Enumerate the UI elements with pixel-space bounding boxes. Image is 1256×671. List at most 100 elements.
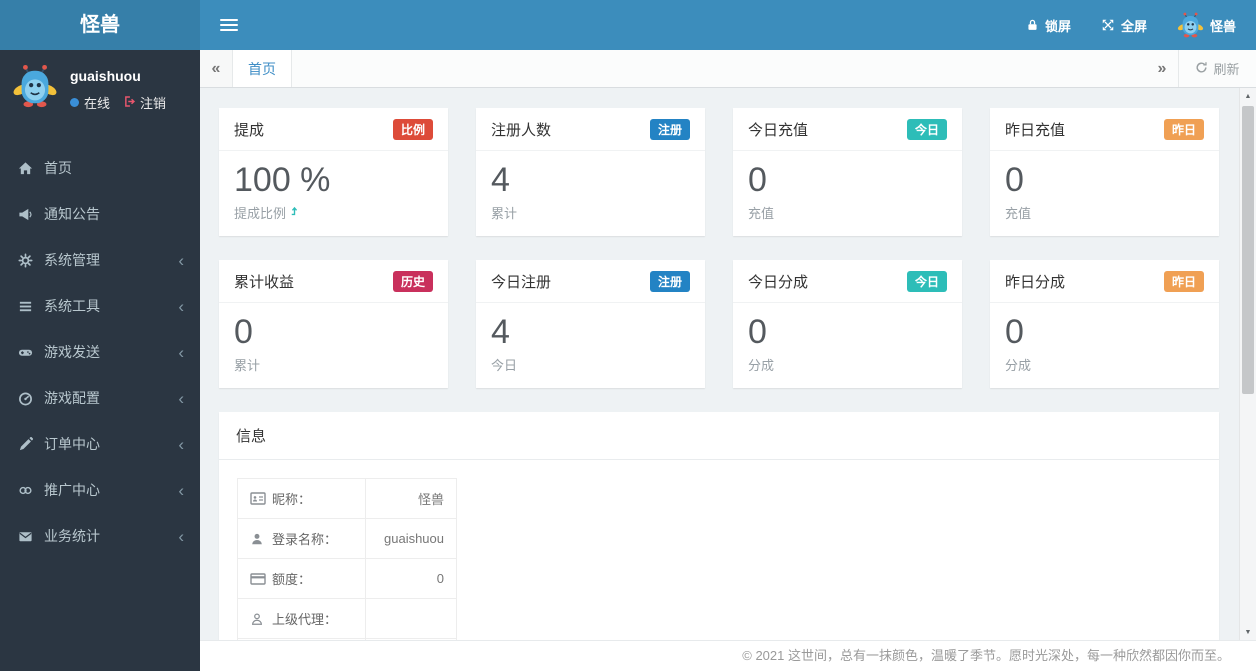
card-title: 今日充值 (748, 122, 809, 139)
info-label: 登录名称： (272, 532, 338, 547)
info-label: 上级代理： (272, 612, 338, 627)
card-value: 0 (1005, 313, 1024, 351)
admin-dashboard: 怪兽 锁屏 全屏 怪兽 guaishuou 在线 注销 首页 通知公告 系统管理… (0, 0, 1256, 671)
stat-card-registered-users: 注册人数 注册 4 累计 (476, 108, 705, 236)
sidebar-item-game-config[interactable]: 游戏配置 ‹ (0, 375, 200, 421)
dashboard-icon (16, 391, 34, 406)
status-badge: 注册 (649, 271, 690, 292)
stat-card-yesterday-share: 昨日分成 昨日 0 分成 (990, 260, 1219, 388)
credit-card-icon (250, 572, 266, 585)
fullscreen-button[interactable]: 全屏 (1101, 16, 1147, 35)
card-value: 4 (491, 313, 510, 351)
online-status-icon (70, 98, 79, 107)
status-badge: 今日 (906, 271, 947, 292)
user-menu[interactable]: 怪兽 (1177, 12, 1236, 39)
sidebar-item-notices[interactable]: 通知公告 (0, 191, 200, 237)
sidebar-item-order-center[interactable]: 订单中心 ‹ (0, 421, 200, 467)
user-avatar (1177, 12, 1204, 39)
card-title: 昨日充值 (1005, 122, 1066, 139)
tabs-scroll-right-button[interactable]: » (1146, 50, 1178, 87)
scrollbar-thumb[interactable] (1242, 106, 1254, 394)
chevron-left-icon: ‹ (178, 480, 184, 500)
vertical-scrollbar[interactable]: ▲ ▼ (1239, 88, 1256, 640)
card-value: 0 (748, 313, 767, 351)
chevron-left-icon: ‹ (178, 434, 184, 454)
main-area: « 首页 » 刷新 提成 比例 100 % 提成比例 注册人数 注册 4 累计 … (200, 50, 1256, 671)
sidebar: guaishuou 在线 注销 首页 通知公告 系统管理 ‹ 系统工具 ‹ 游戏… (0, 50, 200, 671)
chevron-left-icon: ‹ (178, 526, 184, 546)
online-status-label: 在线 (84, 96, 111, 111)
logout-button[interactable]: 注销 (123, 93, 166, 112)
card-value: 0 (1005, 161, 1024, 199)
stat-card-commission: 提成 比例 100 % 提成比例 (219, 108, 448, 236)
sidebar-item-promotion-center[interactable]: 推广中心 ‹ (0, 467, 200, 513)
sidebar-item-system-management[interactable]: 系统管理 ‹ (0, 237, 200, 283)
card-sublabel: 提成比例 (234, 205, 287, 221)
gear-icon (16, 252, 34, 268)
footer: © 2021 这世间，总有一抹颜色，温暖了季节。愿时光深处，每一种欣然都因你而至… (200, 640, 1256, 671)
card-sublabel: 充值 (1005, 205, 1032, 221)
card-sublabel: 累计 (234, 357, 261, 373)
sidebar-item-game-send[interactable]: 游戏发送 ‹ (0, 329, 200, 375)
sidebar-item-business-stats[interactable]: 业务统计 ‹ (0, 513, 200, 559)
app-logo[interactable]: 怪兽 (0, 0, 200, 50)
status-badge: 今日 (906, 119, 947, 140)
list-icon (16, 299, 34, 314)
chevron-left-icon: ‹ (178, 250, 184, 270)
dashboard-content: 提成 比例 100 % 提成比例 注册人数 注册 4 累计 今日充值 今日 0 … (200, 88, 1256, 640)
card-value: 0 (748, 161, 767, 199)
level-up-icon (289, 205, 300, 220)
tab-home[interactable]: 首页 (232, 50, 292, 87)
tabs-scroll-left-button[interactable]: « (200, 50, 232, 87)
card-sublabel: 分成 (748, 357, 775, 373)
card-title: 注册人数 (491, 122, 552, 139)
info-value (365, 598, 457, 639)
chevron-left-icon: ‹ (178, 388, 184, 408)
stat-cards-row-2: 累计收益 历史 0 累计 今日注册 注册 4 今日 今日分成 今日 0 分成 昨… (219, 260, 1219, 388)
stat-card-today-registered: 今日注册 注册 4 今日 (476, 260, 705, 388)
status-badge: 昨日 (1163, 119, 1204, 140)
user-icon (250, 532, 266, 546)
table-row: 昵称： 怪兽 (237, 478, 457, 519)
card-sublabel: 分成 (1005, 357, 1032, 373)
chevron-left-icon: ‹ (178, 342, 184, 362)
table-row: 额度： 0 (237, 558, 457, 599)
status-badge: 历史 (392, 271, 433, 292)
info-value: guaishuou (365, 518, 457, 559)
info-panel: 信息 昵称： 怪兽 登录名称： guaishuou 额度： 0 上级代理： (219, 412, 1219, 640)
home-icon (16, 161, 34, 176)
card-title: 今日注册 (491, 274, 552, 291)
scroll-down-arrow[interactable]: ▼ (1240, 624, 1256, 640)
megaphone-icon (16, 207, 34, 222)
info-panel-title: 信息 (219, 412, 1219, 460)
card-title: 提成 (234, 122, 265, 139)
sidebar-toggle-button[interactable] (220, 16, 240, 34)
user-outline-icon (250, 612, 266, 626)
scroll-up-arrow[interactable]: ▲ (1240, 88, 1256, 104)
lock-icon (1026, 18, 1039, 32)
top-header-bar: 怪兽 锁屏 全屏 怪兽 (0, 0, 1256, 50)
sidebar-menu: 首页 通知公告 系统管理 ‹ 系统工具 ‹ 游戏发送 ‹ 游戏配置 ‹ 订单中心… (0, 145, 200, 559)
lock-screen-button[interactable]: 锁屏 (1026, 16, 1071, 35)
table-row: 上级代理： (237, 598, 457, 639)
id-card-icon (250, 492, 266, 505)
sidebar-item-system-tools[interactable]: 系统工具 ‹ (0, 283, 200, 329)
card-sublabel: 今日 (491, 357, 518, 373)
card-sublabel: 充值 (748, 205, 775, 221)
info-label: 额度： (272, 572, 312, 587)
tab-bar: « 首页 » 刷新 (200, 50, 1256, 88)
card-title: 昨日分成 (1005, 274, 1066, 291)
status-badge: 昨日 (1163, 271, 1204, 292)
card-value: 4 (491, 161, 510, 199)
status-badge: 注册 (649, 119, 690, 140)
card-title: 今日分成 (748, 274, 809, 291)
refresh-button[interactable]: 刷新 (1178, 50, 1256, 87)
envelope-icon (16, 529, 34, 544)
card-value: 100 % (234, 161, 331, 199)
sidebar-user-panel: guaishuou 在线 注销 (0, 50, 200, 125)
info-value: 0 (365, 558, 457, 599)
info-label: 昵称： (272, 492, 312, 507)
sidebar-item-home[interactable]: 首页 (0, 145, 200, 191)
card-value: 0 (234, 313, 253, 351)
footer-text: © 2021 这世间，总有一抹颜色，温暖了季节。愿时光深处，每一种欣然都因你而至… (742, 648, 1230, 663)
